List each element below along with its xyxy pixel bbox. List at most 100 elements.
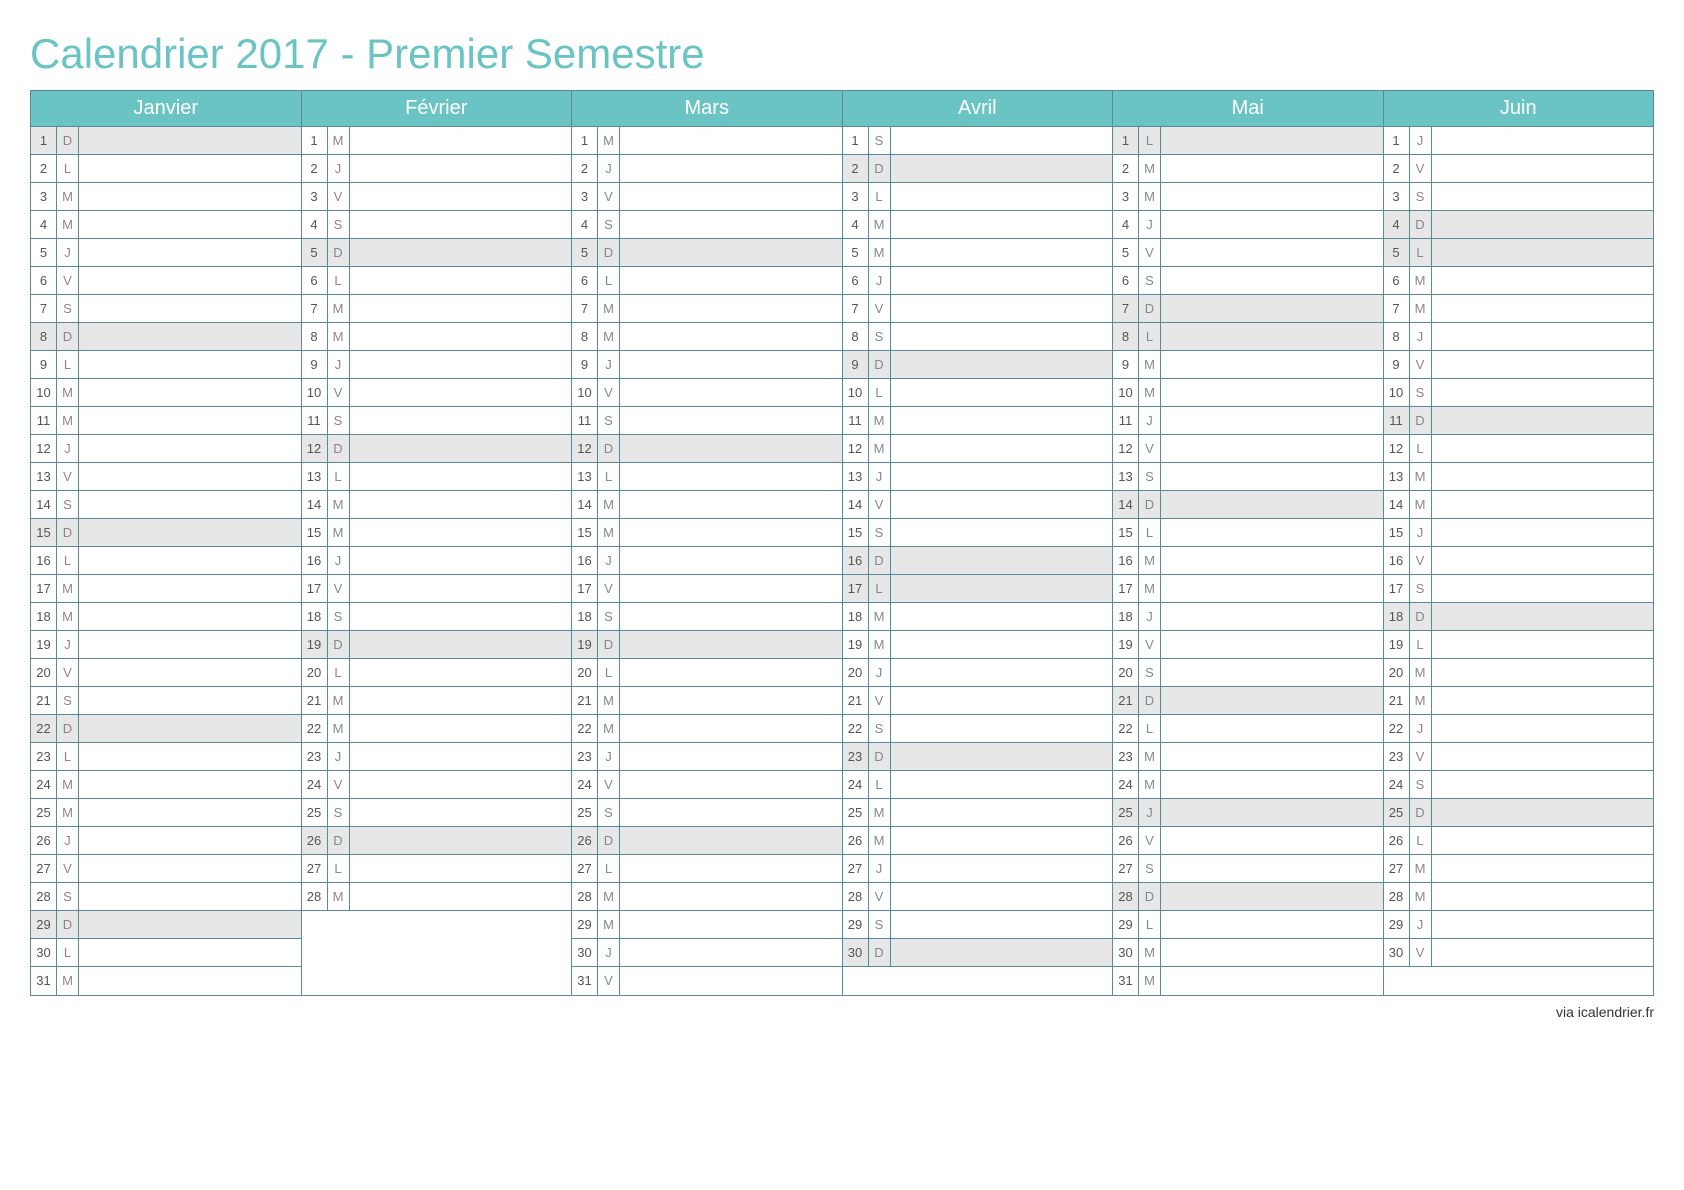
day-cell — [1161, 799, 1383, 826]
day-row: 22D — [31, 715, 301, 743]
day-row: 30V — [1384, 939, 1654, 967]
day-number: 8 — [1384, 323, 1410, 350]
day-weekday: V — [1139, 435, 1161, 462]
day-cell — [79, 267, 301, 294]
day-weekday: M — [1410, 855, 1432, 882]
day-weekday: D — [57, 127, 79, 154]
day-weekday: M — [1410, 463, 1432, 490]
day-number: 16 — [1384, 547, 1410, 574]
day-number: 14 — [302, 491, 328, 518]
day-cell — [350, 631, 572, 658]
day-cell — [350, 855, 572, 882]
day-cell — [350, 127, 572, 154]
day-row: 6S — [1113, 267, 1383, 295]
day-cell — [1161, 155, 1383, 182]
day-row: 14M — [302, 491, 572, 519]
day-weekday: L — [1139, 519, 1161, 546]
day-row: 2V — [1384, 155, 1654, 183]
day-number: 2 — [302, 155, 328, 182]
day-weekday: V — [1410, 939, 1432, 966]
day-cell — [79, 155, 301, 182]
day-row: 24S — [1384, 771, 1654, 799]
day-cell — [79, 799, 301, 826]
day-row: 5D — [302, 239, 572, 267]
day-number: 5 — [31, 239, 57, 266]
day-row: 5J — [31, 239, 301, 267]
day-number: 9 — [1113, 351, 1139, 378]
day-number: 16 — [302, 547, 328, 574]
day-row: 30D — [843, 939, 1113, 967]
day-cell — [620, 407, 842, 434]
day-weekday: S — [598, 799, 620, 826]
day-weekday: D — [1139, 295, 1161, 322]
day-cell — [1432, 827, 1654, 854]
day-cell — [350, 267, 572, 294]
day-row: 1J — [1384, 127, 1654, 155]
day-row — [302, 911, 572, 939]
day-number: 5 — [1384, 239, 1410, 266]
day-cell — [79, 715, 301, 742]
day-cell — [1161, 911, 1383, 938]
day-number: 1 — [572, 127, 598, 154]
day-row — [302, 967, 572, 995]
day-number: 5 — [572, 239, 598, 266]
day-cell — [1161, 687, 1383, 714]
day-weekday: S — [598, 603, 620, 630]
day-weekday: L — [869, 771, 891, 798]
day-number: 15 — [302, 519, 328, 546]
month-header: Avril — [843, 91, 1113, 127]
day-row: 21M — [1384, 687, 1654, 715]
day-cell — [620, 379, 842, 406]
day-weekday: V — [869, 491, 891, 518]
day-number: 25 — [31, 799, 57, 826]
day-cell — [1432, 379, 1654, 406]
day-cell — [620, 211, 842, 238]
day-row: 15M — [302, 519, 572, 547]
day-cell — [350, 883, 572, 910]
day-number: 15 — [31, 519, 57, 546]
day-cell — [620, 435, 842, 462]
day-row — [1384, 967, 1654, 995]
day-weekday: D — [328, 435, 350, 462]
day-weekday: D — [1410, 603, 1432, 630]
day-weekday: S — [1139, 463, 1161, 490]
day-row: 17V — [572, 575, 842, 603]
day-cell — [1161, 435, 1383, 462]
day-row: 21S — [31, 687, 301, 715]
day-number: 9 — [31, 351, 57, 378]
day-number: 17 — [1384, 575, 1410, 602]
day-number: 18 — [302, 603, 328, 630]
day-row: 13L — [302, 463, 572, 491]
day-number: 2 — [1113, 155, 1139, 182]
day-row: 26M — [843, 827, 1113, 855]
day-number: 3 — [1113, 183, 1139, 210]
day-row: 25D — [1384, 799, 1654, 827]
day-number: 28 — [302, 883, 328, 910]
day-cell — [79, 239, 301, 266]
day-number: 3 — [302, 183, 328, 210]
day-weekday: V — [328, 379, 350, 406]
day-row: 23V — [1384, 743, 1654, 771]
day-number: 20 — [572, 659, 598, 686]
day-number: 8 — [302, 323, 328, 350]
day-row: 11J — [1113, 407, 1383, 435]
month-column: Février1M2J3V4S5D6L7M8M9J10V11S12D13L14M… — [302, 91, 573, 995]
day-number: 5 — [843, 239, 869, 266]
day-number: 1 — [1384, 127, 1410, 154]
day-cell — [1432, 575, 1654, 602]
day-weekday: M — [598, 323, 620, 350]
day-number: 15 — [843, 519, 869, 546]
day-weekday: V — [598, 967, 620, 995]
day-weekday: L — [57, 351, 79, 378]
day-weekday: J — [1139, 407, 1161, 434]
day-weekday: S — [1139, 659, 1161, 686]
day-cell — [891, 407, 1113, 434]
month-header: Mai — [1113, 91, 1383, 127]
day-weekday: M — [869, 603, 891, 630]
day-row: 28V — [843, 883, 1113, 911]
day-cell — [1161, 883, 1383, 910]
day-number: 28 — [1113, 883, 1139, 910]
day-number: 15 — [572, 519, 598, 546]
day-weekday: L — [328, 463, 350, 490]
day-number: 26 — [572, 827, 598, 854]
